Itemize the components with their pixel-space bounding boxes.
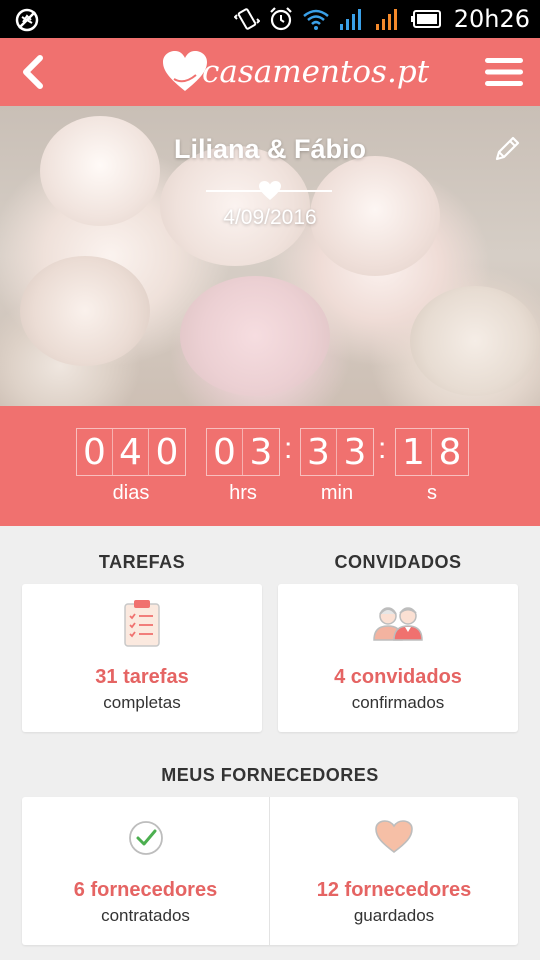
guests-caption: confirmados <box>351 693 445 712</box>
tasks-card[interactable]: 31 tarefas completas <box>22 584 262 732</box>
countdown-separator: : <box>378 432 387 465</box>
countdown-minutes: 3 3 <box>300 428 374 476</box>
countdown-panel: 0 4 0 0 3 : 3 3 : 1 8 dias hrs min s <box>0 406 540 526</box>
heart-icon <box>375 820 413 854</box>
countdown-label-days: dias <box>112 482 150 504</box>
countdown-seconds: 1 8 <box>395 428 469 476</box>
countdown-digit: 0 <box>207 429 243 475</box>
countdown-label-hours: hrs <box>229 482 257 504</box>
couple-names: Liliana & Fábio <box>173 134 367 164</box>
edit-button[interactable] <box>492 134 522 164</box>
guests-couple-icon <box>373 607 423 641</box>
guests-title: CONVIDADOS <box>334 552 462 572</box>
signal-2-icon <box>375 9 397 30</box>
hamburger-menu-icon <box>485 58 523 86</box>
small-heart-icon <box>259 181 281 200</box>
no-location-icon <box>15 8 39 32</box>
logo-text: casamentos.pt <box>202 54 430 90</box>
wedding-date: 4/09/2016 <box>223 206 317 229</box>
vendors-hired-count: 6 fornecedores <box>73 879 218 901</box>
back-button[interactable] <box>8 46 58 98</box>
battery-icon <box>410 10 441 28</box>
countdown-digit: 4 <box>113 429 149 475</box>
tasks-count: 31 tarefas <box>95 666 189 688</box>
check-circle-icon <box>128 821 163 855</box>
vendors-card: 6 fornecedores contratados 12 fornecedor… <box>22 797 518 945</box>
countdown-digit: 8 <box>438 431 462 473</box>
hero-divider <box>206 180 332 202</box>
tasks-caption: completas <box>103 693 181 712</box>
countdown-digit: 1 <box>396 429 432 475</box>
countdown-digit: 3 <box>301 429 337 475</box>
countdown-digit: 3 <box>343 431 367 473</box>
guests-card[interactable]: 4 convidados confirmados <box>278 584 518 732</box>
vibrate-icon <box>233 8 260 30</box>
pencil-icon <box>495 136 520 161</box>
status-bar: 20h26 <box>0 0 540 38</box>
vendors-saved-count: 12 fornecedores <box>316 879 472 901</box>
tasks-title: TAREFAS <box>98 552 186 572</box>
vendors-saved-caption: guardados <box>353 906 435 925</box>
signal-1-icon <box>339 9 361 30</box>
countdown-label-minutes: min <box>320 482 354 504</box>
countdown-label-seconds: s <box>427 482 437 504</box>
vendors-saved[interactable]: 12 fornecedores guardados <box>270 797 518 945</box>
chevron-left-icon <box>23 55 43 89</box>
countdown-digit: 3 <box>249 431 273 473</box>
vendors-hired[interactable]: 6 fornecedores contratados <box>22 797 269 945</box>
clipboard-checklist-icon <box>124 600 160 647</box>
countdown-days: 0 4 0 <box>76 428 186 476</box>
vendors-hired-caption: contratados <box>101 906 190 925</box>
countdown-digit: 0 <box>77 429 113 475</box>
countdown-digit: 0 <box>155 431 179 473</box>
vendors-title: MEUS FORNECEDORES <box>161 765 379 785</box>
countdown-separator: : <box>284 432 293 465</box>
hero-banner: Liliana & Fábio 4/09/2016 <box>0 106 540 406</box>
countdown-hours: 0 3 <box>206 428 280 476</box>
menu-button[interactable] <box>476 46 532 98</box>
clock-time: 20h26 <box>453 5 530 33</box>
logo: casamentos.pt <box>160 44 429 100</box>
wifi-icon <box>302 9 329 30</box>
guests-count: 4 convidados <box>334 666 462 688</box>
app-bar: casamentos.pt <box>0 38 540 106</box>
alarm-icon <box>269 7 292 31</box>
